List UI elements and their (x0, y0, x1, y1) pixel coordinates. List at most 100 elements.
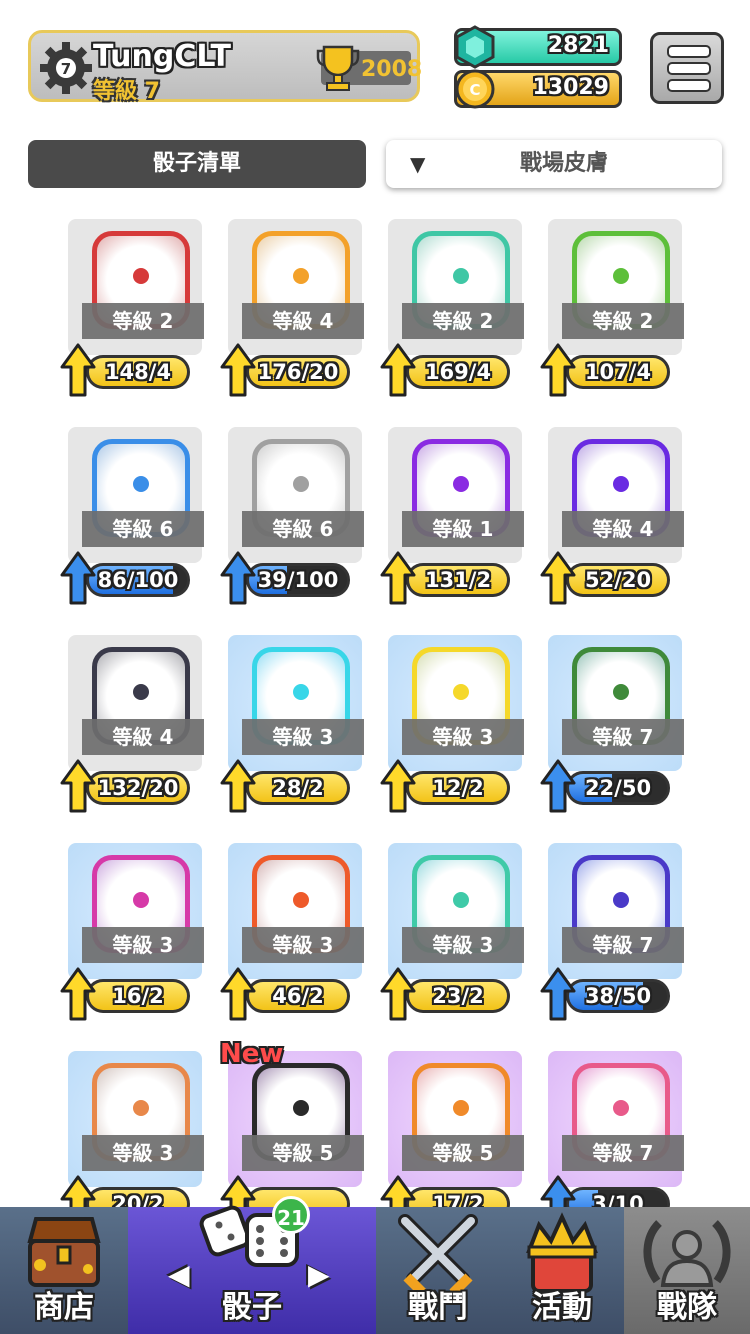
upgrade-arrow-icon[interactable] (220, 551, 256, 605)
dice-card-background: 等級 2 (388, 219, 524, 355)
dice-level-label: 等級 6 (82, 511, 204, 547)
dice-pip (453, 267, 469, 284)
dice-card-count: 12/2 (432, 776, 484, 800)
dice-card[interactable]: 等級 4 52/20 (540, 427, 690, 627)
coins-counter[interactable]: C 13029 (454, 69, 622, 109)
dice-card[interactable]: 等級 4 132/20 (60, 635, 210, 835)
dice-card-count: 86/100 (97, 568, 179, 592)
gems-value: 2821 (547, 33, 609, 58)
dice-card-background: 等級 3 (388, 635, 524, 771)
dice-card[interactable]: 等級 6 86/100 (60, 427, 210, 627)
upgrade-arrow-icon[interactable] (60, 551, 96, 605)
dice-pip (613, 1099, 629, 1116)
nav-event-label: 活動 (532, 1290, 592, 1325)
dice-card-count: 23/2 (432, 984, 484, 1008)
upgrade-arrow-icon[interactable] (540, 1175, 576, 1207)
dice-card[interactable]: 等級 3 46/2 (220, 843, 370, 1043)
dice-card-background: 等級 5 (228, 1051, 364, 1187)
dice-card[interactable]: 等級 6 39/100 (220, 427, 370, 627)
dice-grid[interactable]: 等級 2 148/4 等級 4 176/20 等級 2 169/4 等級 2 107/4 等級 … (0, 215, 750, 1207)
upgrade-arrow-icon[interactable] (380, 343, 416, 397)
dice-card[interactable]: 等級 1 131/2 (380, 427, 530, 627)
dice-pip (293, 683, 309, 700)
tab-dice-list[interactable]: 骰子清單 (28, 140, 366, 188)
nav-shop[interactable]: 商店 (0, 1207, 128, 1334)
upgrade-arrow-icon[interactable] (540, 967, 576, 1021)
nav-battle[interactable]: 戰鬥 (376, 1207, 500, 1334)
dice-card[interactable]: 等級 4 176/20 (220, 219, 370, 419)
upgrade-arrow-icon[interactable] (380, 759, 416, 813)
dice-card-background: 等級 4 (228, 219, 364, 355)
dice-pip (453, 1099, 469, 1116)
player-profile-panel[interactable]: 7 TungCLT 等級 7 2008 (28, 30, 423, 104)
dice-pip (453, 475, 469, 492)
upgrade-arrow-icon[interactable] (540, 551, 576, 605)
dice-card[interactable]: 等級 5 17/2 (380, 1051, 530, 1207)
upgrade-arrow-icon[interactable] (380, 551, 416, 605)
tab-arena-skin[interactable]: ▼ 戰場皮膚 (386, 140, 722, 188)
upgrade-arrow-icon[interactable] (60, 1175, 96, 1207)
upgrade-arrow-icon[interactable] (380, 1175, 416, 1207)
dice-card[interactable]: 等級 3 12/2 (380, 635, 530, 835)
dice-card[interactable]: 等級 7 38/50 (540, 843, 690, 1043)
dice-card[interactable]: 等級 2 169/4 (380, 219, 530, 419)
dice-pip (133, 891, 149, 908)
upgrade-arrow-icon[interactable] (540, 759, 576, 813)
dice-level-label: 等級 2 (82, 303, 204, 339)
dice-card[interactable]: 等級 2 107/4 (540, 219, 690, 419)
nav-dice-prev-icon[interactable]: ◀ (168, 1258, 190, 1291)
dice-card-background: 等級 4 (548, 427, 684, 563)
upgrade-arrow-icon[interactable] (60, 759, 96, 813)
nav-dice-next-icon[interactable]: ▶ (308, 1258, 330, 1291)
nav-event[interactable]: 活動 (500, 1207, 624, 1334)
upgrade-arrow-icon[interactable] (60, 343, 96, 397)
dice-level-label: 等級 3 (82, 1135, 204, 1171)
upgrade-arrow-icon[interactable] (220, 967, 256, 1021)
upgrade-arrow-icon[interactable] (60, 967, 96, 1021)
dice-card-count: 39/100 (257, 568, 339, 592)
player-level-gear-icon: 7 (40, 42, 92, 94)
dice-card[interactable]: 等級 2 148/4 (60, 219, 210, 419)
dice-level-label: 等級 7 (562, 1135, 684, 1171)
trophy-icon (316, 45, 360, 91)
dice-card[interactable]: 等級 7 22/50 (540, 635, 690, 835)
upgrade-arrow-icon[interactable] (220, 343, 256, 397)
dice-card-count: 176/20 (257, 360, 339, 384)
upgrade-arrow-icon[interactable] (540, 343, 576, 397)
dice-card[interactable]: 等級 3 20/2 (60, 1051, 210, 1207)
dice-card-background: 等級 2 (548, 219, 684, 355)
dice-card-background: 等級 4 (68, 635, 204, 771)
dice-card-count: 16/2 (112, 984, 164, 1008)
dice-card[interactable]: 等級 3 28/2 (220, 635, 370, 835)
nav-dice-label: 骰子 (222, 1290, 282, 1325)
menu-icon-bar (667, 79, 711, 92)
dice-card[interactable]: 等級 3 23/2 (380, 843, 530, 1043)
dice-card-count: 46/2 (272, 984, 324, 1008)
upgrade-arrow-icon[interactable] (220, 759, 256, 813)
dice-pip (293, 475, 309, 492)
new-badge: New (220, 1039, 284, 1069)
dice-card-background: 等級 3 (68, 843, 204, 979)
player-level: 等級 7 (93, 79, 160, 104)
dice-level-label: 等級 4 (242, 303, 364, 339)
dice-level-label: 等級 5 (402, 1135, 524, 1171)
nav-clan[interactable]: 戰隊 (624, 1207, 750, 1334)
gems-counter[interactable]: 2821 (454, 25, 622, 69)
dice-card-count: 38/50 (584, 984, 652, 1008)
nav-battle-label: 戰鬥 (408, 1290, 468, 1325)
dice-card[interactable]: 等級 5 New (220, 1039, 370, 1207)
dice-card-count: 131/2 (424, 568, 492, 592)
trophy-count: 2008 (361, 57, 423, 82)
dice-card-background: 等級 7 (548, 635, 684, 771)
dice-card-background: 等級 6 (228, 427, 364, 563)
dice-card[interactable]: 等級 7 3/10 (540, 1051, 690, 1207)
dice-pip (133, 683, 149, 700)
dice-level-label: 等級 3 (242, 719, 364, 755)
menu-button[interactable] (650, 32, 724, 104)
nav-dice[interactable]: 骰子 (128, 1205, 376, 1334)
upgrade-arrow-icon[interactable] (380, 967, 416, 1021)
dice-card-count: 3/10 (592, 1192, 644, 1207)
dice-card[interactable]: 等級 3 16/2 (60, 843, 210, 1043)
dice-pip (293, 267, 309, 284)
dice-card-count: 107/4 (584, 360, 652, 384)
